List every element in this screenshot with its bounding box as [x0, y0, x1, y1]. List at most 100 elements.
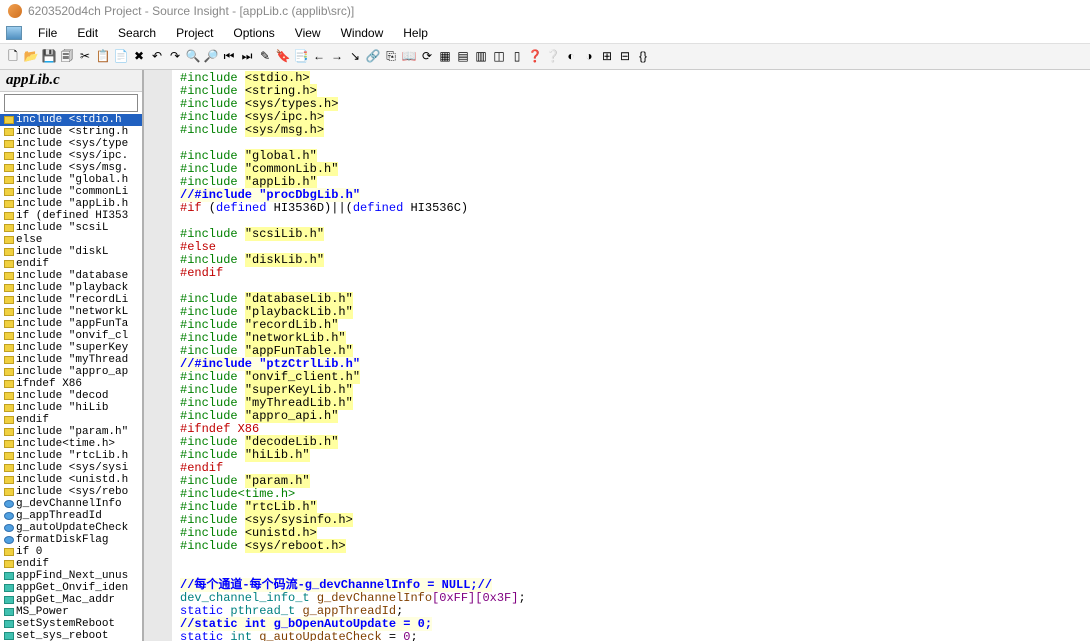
symbol-item[interactable]: include <string.h	[0, 126, 142, 138]
symbol-item[interactable]: include "appLib.h	[0, 198, 142, 210]
nav-forward-button[interactable]: →	[328, 47, 346, 65]
symbol-teal-icon	[4, 632, 14, 640]
panel-5-button[interactable]: ▯	[508, 47, 526, 65]
symbol-item[interactable]: setSystemReboot	[0, 618, 142, 630]
symbol-item-label: include "networkL	[16, 306, 128, 318]
symbol-item[interactable]: include <sys/sysi	[0, 462, 142, 474]
link-button[interactable]: 🔗	[364, 47, 382, 65]
whats-this-button[interactable]: ❔	[544, 47, 562, 65]
tree-2-button[interactable]: ⊟	[616, 47, 634, 65]
panel-2-button[interactable]: ▤	[454, 47, 472, 65]
menu-help[interactable]: Help	[393, 24, 438, 42]
menu-view[interactable]: View	[285, 24, 331, 42]
copy-button[interactable]: 📋	[94, 47, 112, 65]
symbol-item[interactable]: include <sys/ipc.	[0, 150, 142, 162]
symbol-yellow-icon	[4, 548, 14, 556]
symbol-item[interactable]: if 0	[0, 546, 142, 558]
symbol-item[interactable]: g_appThreadId	[0, 510, 142, 522]
context-help-button[interactable]: ❓	[526, 47, 544, 65]
symbol-yellow-icon	[4, 368, 14, 376]
symbol-item[interactable]: include "playback	[0, 282, 142, 294]
panel-3-button[interactable]: ▥	[472, 47, 490, 65]
symbol-item[interactable]: include "commonLi	[0, 186, 142, 198]
symbol-item[interactable]: include "database	[0, 270, 142, 282]
symbol-list[interactable]: include <stdio.hinclude <string.hinclude…	[0, 114, 142, 641]
paste-button[interactable]: 📄	[112, 47, 130, 65]
nav-back-button[interactable]: ←	[310, 47, 328, 65]
bracket-button[interactable]: {}	[634, 47, 652, 65]
search-button[interactable]: 🔎	[202, 47, 220, 65]
redo-button[interactable]: ↷	[166, 47, 184, 65]
symbol-item[interactable]: include "param.h"	[0, 426, 142, 438]
refresh-button[interactable]: ⟳	[418, 47, 436, 65]
open-file-button[interactable]: 📂	[22, 47, 40, 65]
highlight-1-button[interactable]: ◐	[562, 47, 580, 65]
symbol-item[interactable]: include<time.h>	[0, 438, 142, 450]
menu-window[interactable]: Window	[331, 24, 394, 42]
relation-button[interactable]: ⎘	[382, 47, 400, 65]
symbol-item[interactable]: include "onvif_cl	[0, 330, 142, 342]
book-button[interactable]: 📖	[400, 47, 418, 65]
symbol-item[interactable]: include <sys/rebo	[0, 486, 142, 498]
symbol-item[interactable]: endif	[0, 558, 142, 570]
delete-button[interactable]: ✖	[130, 47, 148, 65]
undo-button[interactable]: ↶	[148, 47, 166, 65]
symbol-item[interactable]: include "rtcLib.h	[0, 450, 142, 462]
symbol-item[interactable]: include <stdio.h	[0, 114, 142, 126]
find-next-button[interactable]: ⏭	[238, 47, 256, 65]
code-editor[interactable]: #include <stdio.h> #include <string.h> #…	[144, 70, 1090, 641]
symbol-item[interactable]: include <unistd.h	[0, 474, 142, 486]
symbol-filter-input[interactable]	[4, 94, 138, 112]
symbol-item[interactable]: set_sys_reboot	[0, 630, 142, 641]
symbol-item[interactable]: include "appro_ap	[0, 366, 142, 378]
save-all-button[interactable]: 🗐	[58, 48, 76, 66]
jump-to-def-button[interactable]: ↘	[346, 47, 364, 65]
tree-1-button[interactable]: ⊞	[598, 47, 616, 65]
bookmark-list-button[interactable]: 📑	[292, 47, 310, 65]
symbol-item[interactable]: include "scsiL	[0, 222, 142, 234]
panel-4-button[interactable]: ◫	[490, 47, 508, 65]
find-prev-button[interactable]: ⏮	[220, 47, 238, 65]
symbol-item[interactable]: include "appFunTa	[0, 318, 142, 330]
symbol-item[interactable]: MS_Power	[0, 606, 142, 618]
symbol-item[interactable]: include "decod	[0, 390, 142, 402]
highlight-2-button[interactable]: ◑	[580, 47, 598, 65]
menu-edit[interactable]: Edit	[67, 24, 108, 42]
replace-button[interactable]: ✎	[256, 47, 274, 65]
symbol-item[interactable]: include "myThread	[0, 354, 142, 366]
search-files-button[interactable]: 🔍	[184, 47, 202, 65]
symbol-item[interactable]: else	[0, 234, 142, 246]
symbol-item[interactable]: g_autoUpdateCheck	[0, 522, 142, 534]
cut-button[interactable]: ✂	[76, 47, 94, 65]
symbol-item[interactable]: endif	[0, 414, 142, 426]
menu-search[interactable]: Search	[108, 24, 166, 42]
symbol-item[interactable]: appFind_Next_unus	[0, 570, 142, 582]
symbol-item[interactable]: include "recordLi	[0, 294, 142, 306]
menu-file[interactable]: File	[28, 24, 67, 42]
symbol-item[interactable]: g_devChannelInfo	[0, 498, 142, 510]
symbol-item[interactable]: appGet_Onvif_iden	[0, 582, 142, 594]
symbol-item[interactable]: include "networkL	[0, 306, 142, 318]
symbol-item-label: include "hiLib	[16, 402, 108, 414]
symbol-item-label: include "onvif_cl	[16, 330, 128, 342]
save-file-button[interactable]: 💾	[40, 47, 58, 65]
symbol-item[interactable]: include <sys/msg.	[0, 162, 142, 174]
symbol-item[interactable]: if (defined HI353	[0, 210, 142, 222]
system-menu-icon[interactable]	[6, 26, 22, 40]
symbol-item[interactable]: appGet_Mac_addr	[0, 594, 142, 606]
symbol-item[interactable]: formatDiskFlag	[0, 534, 142, 546]
panel-1-button[interactable]: ▦	[436, 47, 454, 65]
symbol-yellow-icon	[4, 212, 14, 220]
symbol-item[interactable]: ifndef X86	[0, 378, 142, 390]
symbol-item[interactable]: include "hiLib	[0, 402, 142, 414]
menu-project[interactable]: Project	[166, 24, 223, 42]
bookmark-toggle-button[interactable]: 🔖	[274, 47, 292, 65]
symbol-item[interactable]: include "superKey	[0, 342, 142, 354]
symbol-item[interactable]: include "diskL	[0, 246, 142, 258]
new-file-button[interactable]: 🗋	[4, 48, 22, 66]
symbol-item[interactable]: include <sys/type	[0, 138, 142, 150]
symbol-yellow-icon	[4, 272, 14, 280]
menu-options[interactable]: Options	[223, 24, 284, 42]
symbol-item[interactable]: include "global.h	[0, 174, 142, 186]
symbol-item[interactable]: endif	[0, 258, 142, 270]
